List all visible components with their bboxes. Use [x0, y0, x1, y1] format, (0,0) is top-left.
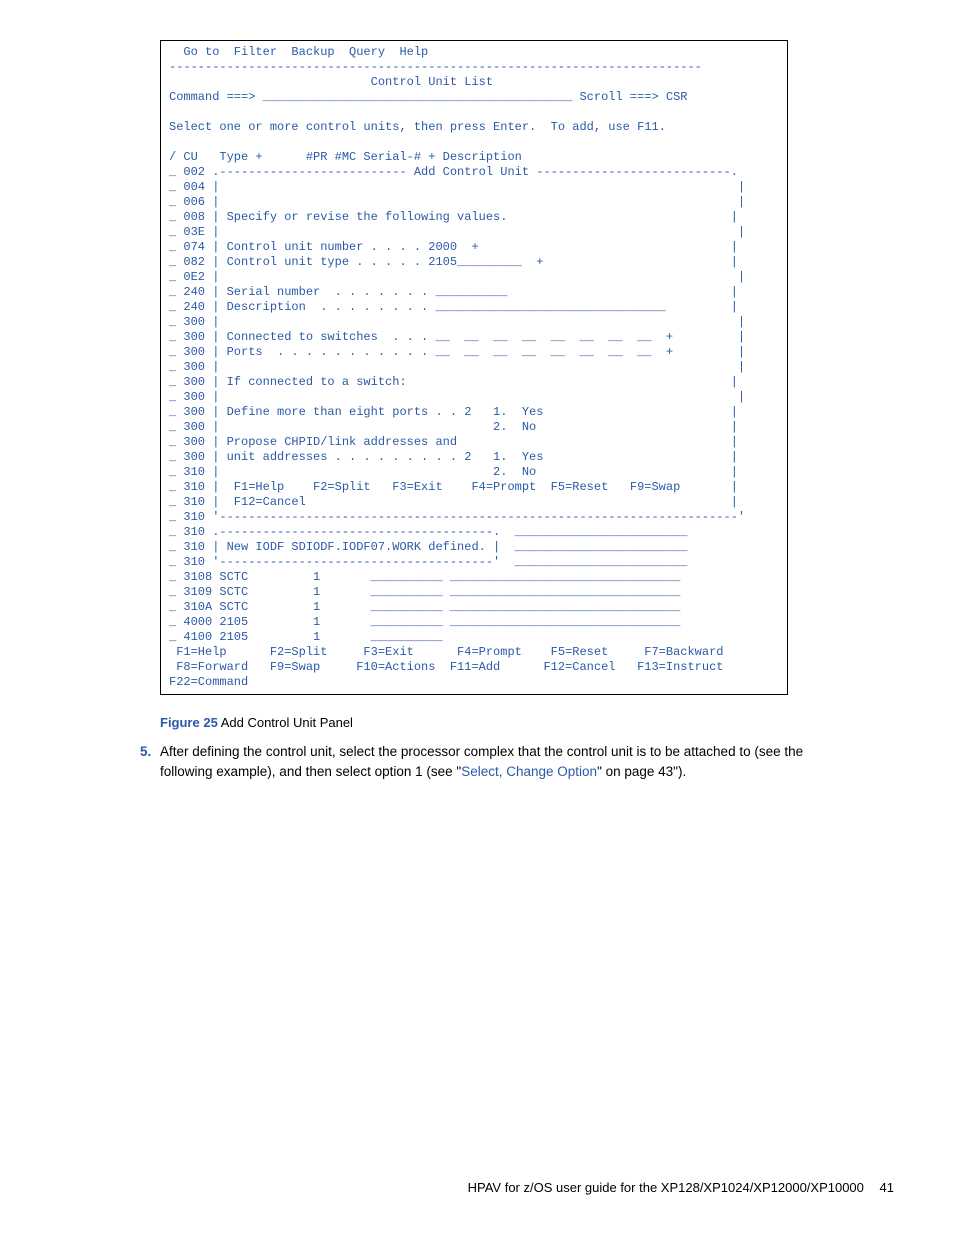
step-number: 5. — [140, 742, 160, 762]
page-footer: HPAV for z/OS user guide for the XP128/X… — [468, 1180, 894, 1195]
footer-page-number: 41 — [880, 1180, 894, 1195]
terminal-screenshot: Go to Filter Backup Query Help ---------… — [160, 40, 788, 695]
step-item: 5. After defining the control unit, sele… — [140, 742, 834, 783]
step-text: After defining the control unit, select … — [160, 742, 834, 783]
footer-doc-title: HPAV for z/OS user guide for the XP128/X… — [468, 1180, 864, 1195]
step-text-after: " on page 43"). — [597, 764, 686, 779]
cross-reference-link[interactable]: Select, Change Option — [461, 764, 597, 779]
figure-caption: Figure 25 Add Control Unit Panel — [160, 715, 894, 730]
figure-label: Figure 25 — [160, 715, 218, 730]
terminal-text: Go to Filter Backup Query Help ---------… — [169, 45, 745, 689]
figure-title: Add Control Unit Panel — [221, 715, 353, 730]
